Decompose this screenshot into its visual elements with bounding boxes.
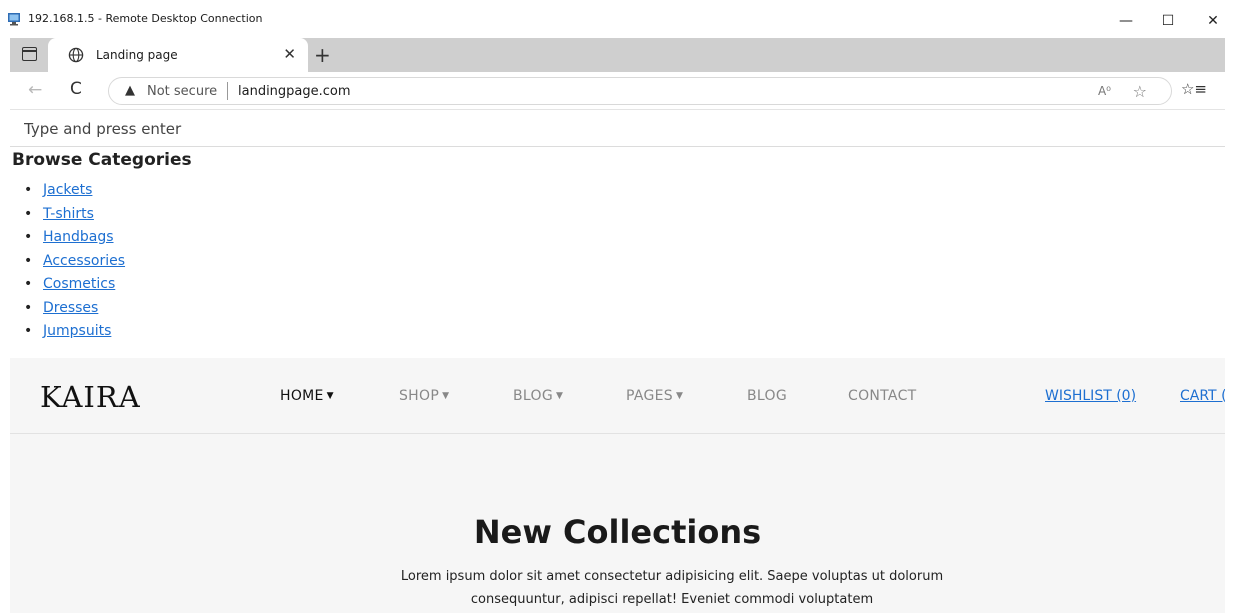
remote-desktop-title-bar: 192.168.1.5 - Remote Desktop Connection … — [0, 0, 1233, 38]
list-item: Handbags — [24, 229, 125, 253]
nav-shop-label: SHOP — [399, 388, 440, 404]
hero-section: KAIRA HOME ▼ SHOP ▼ BLOG ▼ PAGES ▼ BLOG CONT… — [10, 358, 1225, 613]
category-link-handbags[interactable]: Handbags — [43, 229, 114, 245]
url-text[interactable]: landingpage.com — [238, 84, 351, 99]
back-arrow-icon[interactable]: ← — [28, 80, 42, 100]
list-item: Accessories — [24, 253, 125, 277]
list-item: Cosmetics — [24, 276, 125, 300]
site-navbar: KAIRA HOME ▼ SHOP ▼ BLOG ▼ PAGES ▼ BLOG CONT… — [10, 358, 1225, 434]
address-bar[interactable]: ▲ Not secure landingpage.com A⁰ ☆ — [108, 77, 1172, 105]
nav-home[interactable]: HOME ▼ — [280, 388, 334, 404]
divider — [227, 82, 228, 100]
tab-title: Landing page — [96, 48, 178, 62]
globe-icon — [68, 47, 84, 63]
read-aloud-icon[interactable]: A⁰ — [1098, 84, 1111, 98]
category-link-dresses[interactable]: Dresses — [43, 300, 98, 316]
nav-home-label: HOME — [280, 388, 324, 404]
tab-landing-page[interactable]: Landing page ✕ — [48, 38, 308, 72]
scrollbar[interactable] — [1225, 111, 1233, 613]
wishlist-link[interactable]: WISHLIST (0) — [1045, 388, 1136, 404]
category-list: Jackets T-shirts Handbags Accessories Co… — [24, 182, 125, 347]
nav-contact[interactable]: CONTACT — [848, 388, 917, 404]
warning-icon: ▲ — [125, 83, 135, 98]
reload-icon[interactable]: C — [70, 79, 82, 99]
list-item: Dresses — [24, 300, 125, 324]
browse-categories-heading: Browse Categories — [12, 150, 192, 170]
caret-down-icon: ▼ — [442, 391, 450, 401]
remote-desktop-icon — [8, 13, 20, 26]
close-window-button[interactable]: ✕ — [1195, 8, 1231, 34]
caret-down-icon: ▼ — [326, 391, 334, 401]
nav-pages-label: PAGES — [626, 388, 673, 404]
new-tab-button[interactable]: + — [314, 43, 331, 67]
caret-down-icon: ▼ — [675, 391, 684, 401]
window-title: 192.168.1.5 - Remote Desktop Connection — [28, 12, 263, 25]
list-item: T-shirts — [24, 206, 125, 230]
list-item: Jackets — [24, 182, 125, 206]
category-link-accessories[interactable]: Accessories — [43, 253, 125, 269]
search-row — [10, 111, 1225, 147]
favorite-star-icon[interactable]: ☆ — [1133, 82, 1147, 101]
nav-blog[interactable]: BLOG — [747, 388, 787, 404]
category-link-jackets[interactable]: Jackets — [43, 182, 92, 198]
nav-pages[interactable]: PAGES ▼ — [626, 388, 683, 404]
security-label[interactable]: Not secure — [147, 84, 217, 99]
caret-down-icon: ▼ — [555, 391, 564, 401]
address-bar-row: ← C ▲ Not secure landingpage.com A⁰ ☆ ☆≡ — [10, 72, 1225, 110]
tab-actions-icon[interactable] — [22, 47, 37, 61]
list-item: Jumpsuits — [24, 323, 125, 347]
tab-strip: Landing page ✕ + — [10, 38, 1225, 72]
category-link-tshirts[interactable]: T-shirts — [43, 206, 94, 222]
hero-description: Lorem ipsum dolor sit amet consectetur a… — [400, 569, 944, 607]
nav-blog-dropdown[interactable]: BLOG ▼ — [513, 388, 563, 404]
search-input[interactable] — [10, 111, 1225, 147]
nav-shop[interactable]: SHOP ▼ — [399, 388, 449, 404]
maximize-button[interactable]: ☐ — [1150, 8, 1186, 34]
favorites-icon[interactable]: ☆≡ — [1181, 80, 1207, 98]
category-link-jumpsuits[interactable]: Jumpsuits — [43, 323, 111, 339]
minimize-button[interactable]: — — [1108, 8, 1144, 34]
category-link-cosmetics[interactable]: Cosmetics — [43, 276, 115, 292]
hero-title: New Collections — [473, 513, 762, 551]
site-logo[interactable]: KAIRA — [40, 380, 141, 414]
nav-blog-dropdown-label: BLOG — [513, 388, 553, 404]
page-content: Browse Categories Jackets T-shirts Handb… — [10, 111, 1225, 613]
cart-link[interactable]: CART ( — [1180, 388, 1225, 404]
tab-close-icon[interactable]: ✕ — [283, 45, 296, 63]
